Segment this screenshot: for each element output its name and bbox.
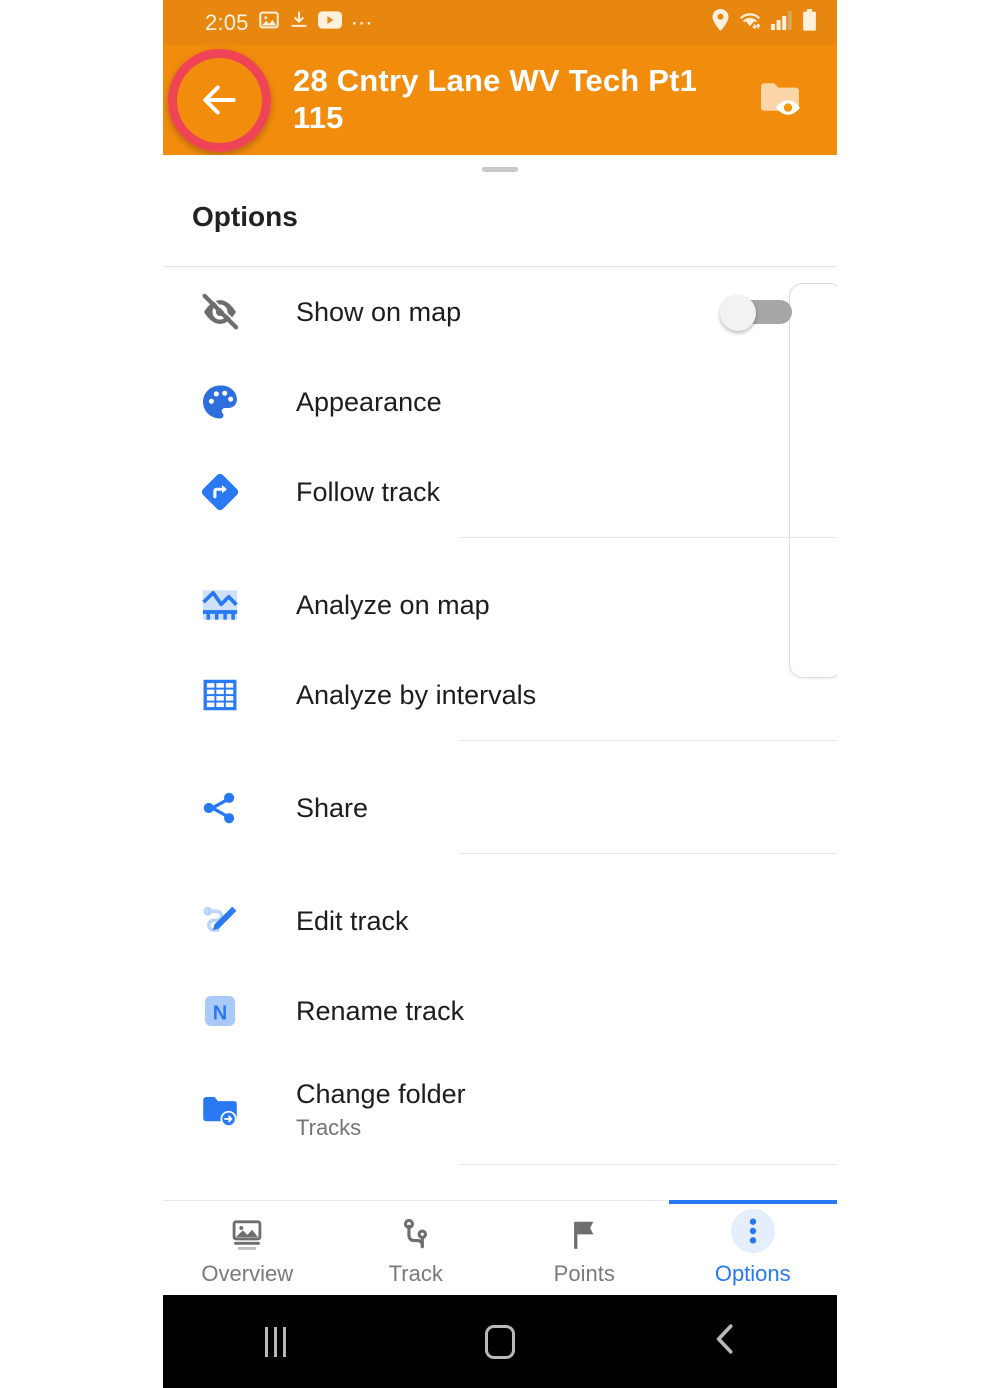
bottom-nav-label: Overview [201, 1261, 294, 1286]
show-on-map-toggle[interactable] [720, 295, 792, 331]
folder-move-icon [192, 1089, 248, 1131]
list-item-subtitle: Tracks [296, 1115, 362, 1141]
home-icon [485, 1324, 515, 1359]
graph-chart-icon [192, 584, 248, 626]
list-item-analyze-on-map[interactable]: Analyze on map [163, 560, 837, 650]
rename-n-icon: N [192, 990, 248, 1032]
folder-eye-icon[interactable] [757, 74, 809, 126]
image-icon [258, 9, 280, 37]
flag-points-icon [566, 1213, 602, 1253]
list-item-label: Rename track [296, 995, 465, 1026]
signal-bars-icon [771, 10, 793, 36]
recents-button[interactable] [163, 1326, 388, 1357]
bottom-navigation: Overview Track Points Options [163, 1200, 837, 1295]
battery-icon [802, 8, 817, 37]
eye-off-icon [192, 290, 248, 334]
list-item-text: Show on map [296, 297, 720, 327]
youtube-icon [317, 10, 342, 35]
image-overview-icon [229, 1213, 265, 1253]
home-button[interactable] [388, 1324, 613, 1359]
list-item-change-folder[interactable]: Change folder Tracks [163, 1056, 837, 1164]
list-item-text: Appearance [296, 387, 837, 417]
back-icon [710, 1322, 740, 1361]
options-sheet: Options Show on map Appearance Follow tr… [163, 155, 837, 1200]
download-icon [289, 9, 309, 37]
app-bar: 28 Cntry Lane WV Tech Pt1 115 [163, 45, 837, 155]
share-nodes-icon [192, 787, 248, 829]
list-item-label: Follow track [296, 476, 441, 507]
list-item-edit-track[interactable]: Edit track [163, 876, 837, 966]
edit-pencil-track-icon [192, 900, 248, 942]
back-button-system[interactable] [612, 1322, 837, 1361]
palette-icon [192, 381, 248, 423]
list-item-follow-track[interactable]: Follow track [163, 447, 837, 537]
back-button[interactable] [163, 45, 275, 155]
section-divider [460, 740, 837, 741]
list-item-label: Change folder [296, 1078, 466, 1109]
list-item-text: Change folder Tracks [296, 1079, 837, 1141]
list-item-label: Edit track [296, 905, 409, 936]
list-item-label: Analyze on map [296, 589, 490, 620]
back-arrow-icon [197, 78, 241, 122]
bottom-nav-label: Points [553, 1261, 615, 1286]
list-item-label: Appearance [296, 386, 442, 417]
recents-icon [264, 1326, 286, 1357]
bottom-nav-item-points[interactable]: Points [500, 1201, 669, 1295]
list-item-label: Show on map [296, 296, 462, 327]
sheet-drag-handle[interactable] [482, 167, 518, 172]
active-tab-indicator [668, 1200, 837, 1204]
list-item-text: Edit track [296, 906, 837, 936]
list-item-analyze-by-intervals[interactable]: Analyze by intervals [163, 650, 837, 740]
section-divider [460, 537, 837, 538]
toggle-thumb [720, 295, 756, 331]
page-title: 28 Cntry Lane WV Tech Pt1 115 [293, 63, 698, 135]
bottom-nav-label: Track [388, 1261, 443, 1286]
list-item-text: Rename track [296, 996, 837, 1026]
bottom-nav-item-options[interactable]: Options [668, 1200, 837, 1295]
list-item-label: Share [296, 792, 369, 823]
route-track-icon [398, 1213, 434, 1253]
options-list: Show on map Appearance Follow track Anal… [163, 267, 837, 1165]
status-bar-left: 2:05 ⋯ [205, 9, 375, 37]
list-item-share[interactable]: Share [163, 763, 837, 853]
list-item-show-on-map[interactable]: Show on map [163, 267, 837, 357]
list-item-text: Share [296, 793, 837, 823]
bottom-nav-item-overview[interactable]: Overview [163, 1201, 332, 1295]
section-divider [460, 1164, 837, 1165]
list-item-label: Analyze by intervals [296, 679, 537, 710]
list-item-text: Analyze by intervals [296, 680, 837, 710]
three-dots-vertical-icon [730, 1209, 775, 1253]
location-pin-icon [712, 8, 729, 37]
svg-text:N: N [213, 1003, 228, 1025]
status-bar-right [712, 8, 817, 37]
list-item-text: Follow track [296, 477, 837, 507]
grid-table-icon [192, 674, 248, 716]
more-dots-icon: ⋯ [350, 9, 375, 35]
section-divider [460, 853, 837, 854]
status-bar: 2:05 ⋯ [163, 0, 837, 45]
list-item-rename-track[interactable]: N Rename track [163, 966, 837, 1056]
directions-diamond-icon [192, 470, 248, 514]
bottom-nav-item-track[interactable]: Track [332, 1201, 501, 1295]
android-system-nav [163, 1295, 837, 1388]
phone-screen: 2:05 ⋯ 28 Cntry Lane WV Tech Pt1 115 Opt… [163, 0, 837, 1388]
wifi-icon [738, 9, 762, 36]
bottom-nav-label: Options [714, 1261, 791, 1286]
list-item-text: Analyze on map [296, 590, 837, 620]
status-time: 2:05 [205, 9, 249, 35]
list-item-appearance[interactable]: Appearance [163, 357, 837, 447]
